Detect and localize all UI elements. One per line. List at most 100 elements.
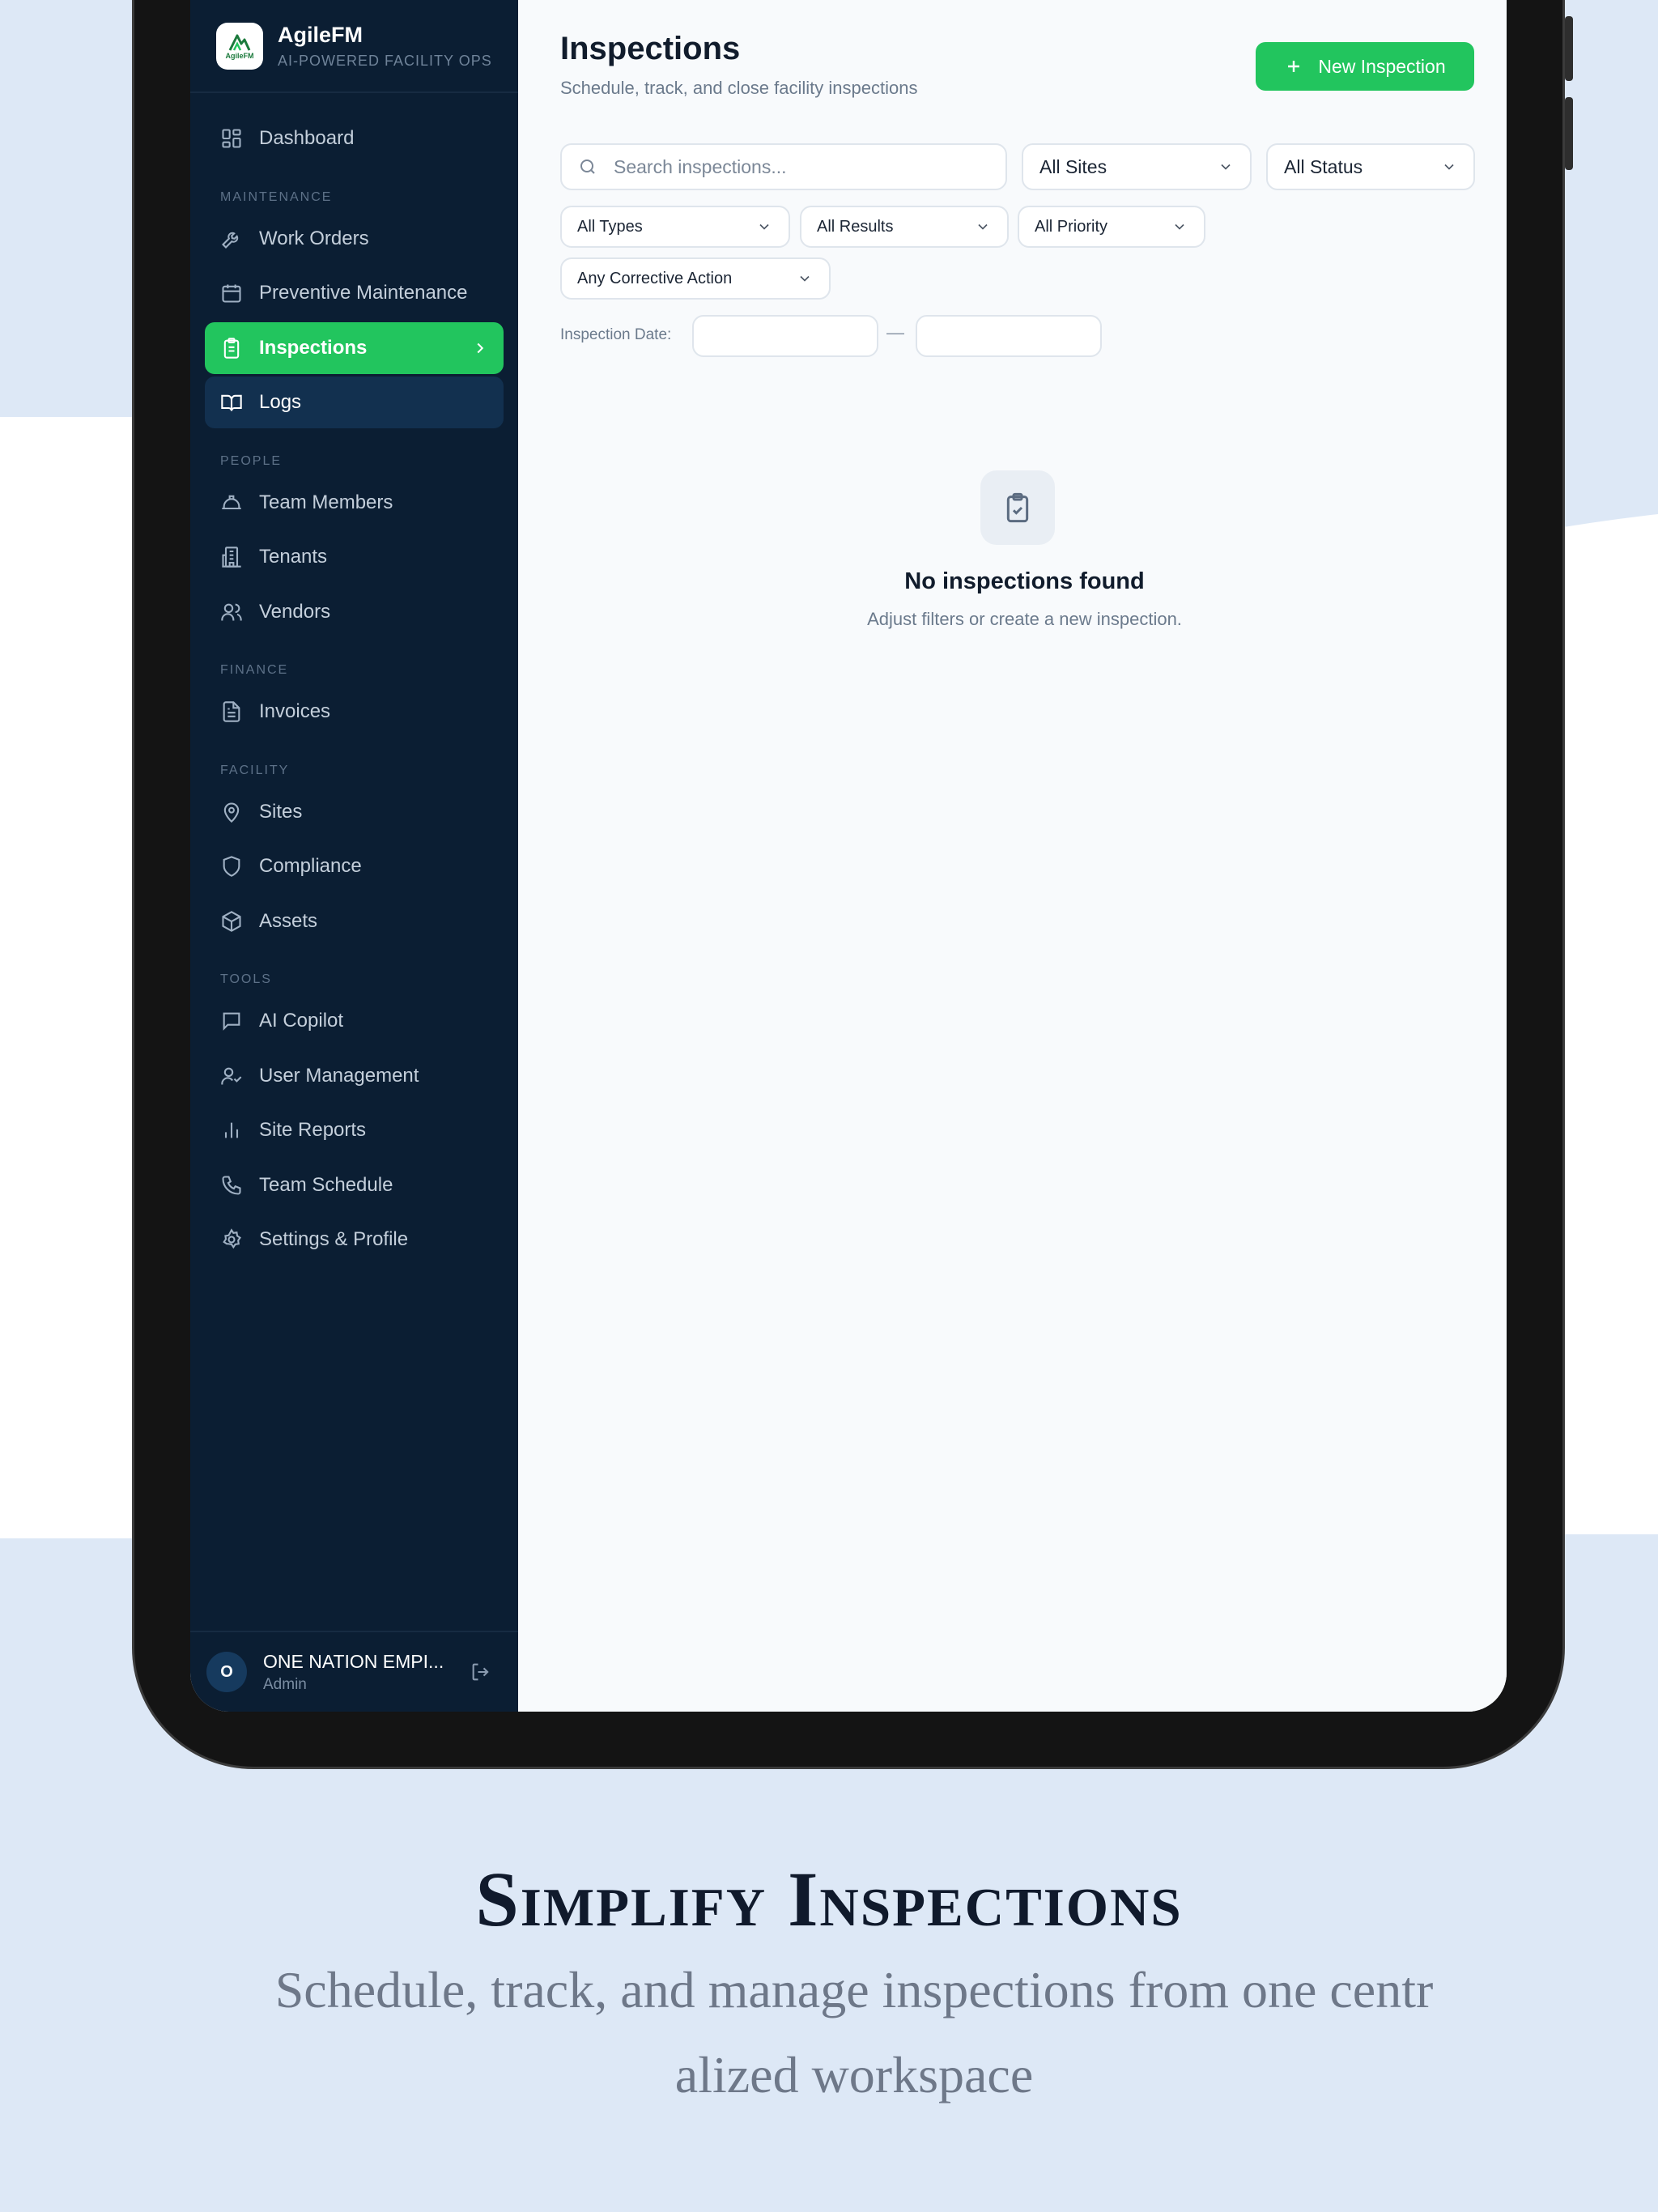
sidebar-item-assets[interactable]: Assets xyxy=(205,895,504,947)
results-select[interactable]: All Results xyxy=(800,206,1009,248)
logout-icon[interactable] xyxy=(470,1661,492,1683)
tablet-side-button xyxy=(1565,16,1573,81)
sidebar-item-team-members[interactable]: Team Members xyxy=(205,477,504,529)
sidebar-item-vendors[interactable]: Vendors xyxy=(205,586,504,638)
user-name: ONE NATION EMPI... xyxy=(263,1650,444,1672)
empty-state-subtitle: Adjust filters or create a new inspectio… xyxy=(867,609,1182,629)
sidebar-item-label: Invoices xyxy=(259,700,331,722)
priority-select-value: All Priority xyxy=(1035,217,1108,236)
sidebar-item-team-schedule[interactable]: Team Schedule xyxy=(205,1159,504,1211)
sidebar-nav: Dashboard MAINTENANCE Work Orders Preven… xyxy=(190,93,518,1266)
sidebar-item-work-orders[interactable]: Work Orders xyxy=(205,213,504,265)
chat-icon xyxy=(223,1012,240,1031)
sidebar-item-label: Site Reports xyxy=(259,1119,367,1141)
sites-select[interactable]: All Sites xyxy=(1022,143,1252,190)
page-title: Inspections xyxy=(560,31,741,66)
priority-select[interactable]: All Priority xyxy=(1018,206,1205,248)
gear-icon xyxy=(223,1228,241,1249)
status-select-value: All Status xyxy=(1284,155,1363,177)
sidebar-item-label: Preventive Maintenance xyxy=(259,282,468,304)
new-inspection-button[interactable]: New Inspection xyxy=(1256,42,1474,91)
corrective-action-select[interactable]: Any Corrective Action xyxy=(560,257,831,300)
sites-select-value: All Sites xyxy=(1039,155,1107,177)
logo-mark-icon xyxy=(228,34,251,51)
sidebar-item-label: Vendors xyxy=(259,600,331,623)
sidebar-item-label: Team Members xyxy=(259,491,393,513)
plus-icon xyxy=(1288,61,1300,72)
date-from-input[interactable] xyxy=(692,315,878,357)
empty-state-icon-tile xyxy=(980,470,1055,545)
document-icon xyxy=(223,701,240,722)
sidebar-user-footer: O ONE NATION EMPI... Admin xyxy=(190,1631,518,1712)
sidebar-item-invoices[interactable]: Invoices xyxy=(205,686,504,738)
sidebar-item-label: Dashboard xyxy=(259,127,355,149)
sidebar-item-preventive-maintenance[interactable]: Preventive Maintenance xyxy=(205,267,504,319)
sidebar-item-site-reports[interactable]: Site Reports xyxy=(205,1104,504,1156)
hard-hat-icon xyxy=(222,495,241,509)
user-role: Admin xyxy=(263,1675,307,1693)
chevron-down-icon xyxy=(1221,164,1231,170)
status-select[interactable]: All Status xyxy=(1266,143,1475,190)
empty-state-title: No inspections found xyxy=(904,568,1145,594)
clipboard-check-icon xyxy=(1006,492,1029,523)
main-content: Inspections Schedule, track, and close f… xyxy=(518,0,1507,1712)
sidebar-item-label: Team Schedule xyxy=(259,1173,393,1196)
clipboard-icon xyxy=(223,337,240,359)
sidebar-item-settings-profile[interactable]: Settings & Profile xyxy=(205,1214,504,1266)
shield-icon xyxy=(223,856,240,877)
sidebar-item-compliance[interactable]: Compliance xyxy=(205,840,504,892)
sidebar-item-label: Sites xyxy=(259,800,303,823)
sidebar-item-sites[interactable]: Sites xyxy=(205,786,504,838)
chevron-down-icon xyxy=(1175,223,1184,230)
building-icon xyxy=(222,547,241,568)
app-tagline: AI-POWERED FACILITY OPS xyxy=(278,52,492,69)
corrective-action-select-value: Any Corrective Action xyxy=(577,269,733,287)
app-name: AgileFM xyxy=(278,22,363,47)
section-title-people: PEOPLE xyxy=(220,453,283,468)
sidebar-item-label: Settings & Profile xyxy=(259,1228,409,1250)
sidebar-item-label: Logs xyxy=(259,391,302,413)
user-check-icon xyxy=(221,1067,242,1084)
sidebar-item-inspections[interactable]: Inspections xyxy=(205,321,504,374)
search-input[interactable] xyxy=(614,155,1005,178)
section-title-tools: TOOLS xyxy=(220,972,272,986)
section-title-finance: FINANCE xyxy=(220,663,289,677)
results-select-value: All Results xyxy=(817,217,894,236)
phone-icon xyxy=(222,1175,241,1195)
inspection-date-label: Inspection Date: xyxy=(560,326,672,343)
brand-header[interactable]: AgileFM AgileFM AI-POWERED FACILITY OPS xyxy=(190,0,518,93)
sidebar-item-label: Compliance xyxy=(259,855,362,877)
chevron-down-icon xyxy=(1444,164,1454,170)
app-screen: AgileFM AgileFM AI-POWERED FACILITY OPS … xyxy=(190,0,1507,1712)
sidebar-item-label: User Management xyxy=(259,1064,419,1087)
sidebar: AgileFM AgileFM AI-POWERED FACILITY OPS … xyxy=(190,0,518,1712)
marketing-headline: Simplify Inspections xyxy=(475,1856,1183,1942)
sidebar-item-label: Assets xyxy=(259,909,318,932)
sidebar-item-ai-copilot[interactable]: AI Copilot xyxy=(205,995,504,1047)
tablet-side-button xyxy=(1565,97,1573,170)
types-select[interactable]: All Types xyxy=(560,206,790,248)
marketing-tagline: Schedule, track, and manage inspections … xyxy=(274,1961,1434,2104)
sidebar-item-label: Tenants xyxy=(259,546,328,568)
chevron-down-icon xyxy=(978,223,988,230)
section-title-maintenance: MAINTENANCE xyxy=(220,189,333,204)
sidebar-item-tenants[interactable]: Tenants xyxy=(205,531,504,583)
sidebar-item-user-management[interactable]: User Management xyxy=(205,1050,504,1102)
chevron-right-icon xyxy=(477,342,484,353)
wrench-icon xyxy=(222,232,239,249)
logo-text: AgileFM xyxy=(225,51,254,60)
sidebar-item-label: Inspections xyxy=(259,336,368,359)
map-pin-icon xyxy=(223,802,240,823)
users-icon xyxy=(221,603,242,620)
bar-chart-icon xyxy=(224,1122,239,1138)
page-subtitle: Schedule, track, and close facility insp… xyxy=(560,78,918,98)
avatar[interactable]: O xyxy=(206,1652,247,1692)
sidebar-item-dashboard[interactable]: Dashboard xyxy=(205,113,504,164)
book-icon xyxy=(221,394,242,411)
section-title-facility: FACILITY xyxy=(220,763,290,777)
search-box xyxy=(560,143,1007,190)
date-to-input[interactable] xyxy=(916,315,1102,357)
chevron-down-icon xyxy=(800,275,810,282)
box-icon xyxy=(222,910,241,932)
sidebar-item-logs[interactable]: Logs xyxy=(205,376,504,428)
